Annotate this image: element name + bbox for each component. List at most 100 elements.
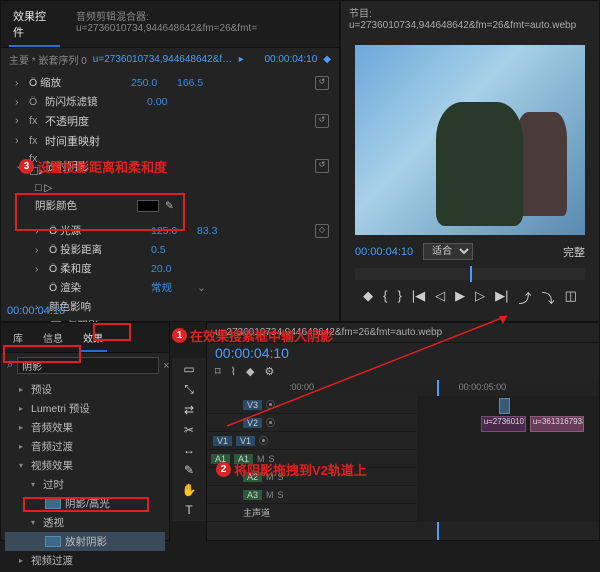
folder-presets[interactable]: 预设 [5,380,165,399]
snap-icon[interactable]: ⌑ [215,365,221,378]
toggle-output-icon[interactable]: ⦿ [266,398,275,411]
track-header-master[interactable]: 主声道 [207,504,417,522]
track-header-v1[interactable]: V1V1⦿ [207,432,417,450]
toggle-output-icon[interactable]: ⦿ [259,434,268,447]
step-forward-icon[interactable]: ▷ [475,288,485,307]
callout-1-badge: 1 [172,328,187,343]
timeline-clip-v2[interactable] [499,398,510,414]
mark-out-icon[interactable]: } [397,288,401,307]
tab-effects[interactable]: 效果 [79,327,107,352]
timeline-clip-v1-a[interactable]: u=2736010734 [481,416,527,432]
folder-audio-tr[interactable]: 音频过渡 [5,437,165,456]
track-select-tool-icon[interactable]: ⤡ [176,382,202,397]
prop-flicker[interactable]: 防闪烁滤镜 [45,94,141,109]
timeline-track-area[interactable]: u=2736010734 u=3613167933 [417,396,599,522]
pen-tool-icon[interactable]: ✎ [176,463,202,477]
slip-tool-icon[interactable]: ↔ [176,443,202,457]
effect-icon [45,498,61,509]
play-icon[interactable]: ▶ [455,288,465,307]
add-marker-icon[interactable]: ◆ [246,365,254,378]
folder-video-tr[interactable]: 视频过渡 [5,551,165,570]
ripple-tool-icon[interactable]: ⇄ [176,403,202,417]
effect-shadow-highlight[interactable]: 阴影/高光 [5,494,165,513]
add-marker-icon[interactable]: ◆ [363,288,373,307]
lightsource-a[interactable]: 125.0 [151,225,191,237]
tab-effect-controls[interactable]: 效果控件 [9,5,60,47]
keyframe-icon[interactable]: ◇ [315,224,329,238]
bypass-icons[interactable]: □ ▷ [35,182,52,194]
effect-radial-shadow[interactable]: 放射阴影 [5,532,165,551]
extract-icon[interactable]: ⤵ [542,288,555,307]
solo-icon[interactable]: S [278,490,284,500]
step-back-icon[interactable]: ◁ [435,288,445,307]
program-monitor-title: 节目: u=2736010734,944648642&fm=26&fmt=aut… [341,1,599,35]
scale-value-b[interactable]: 166.5 [177,77,217,89]
fx-opacity[interactable]: 不透明度 [45,113,141,129]
mute-icon[interactable]: M [266,490,274,500]
export-frame-icon[interactable]: ◫ [565,288,577,307]
razor-tool-icon[interactable]: ✂ [176,423,202,437]
effect-icon [45,536,61,547]
folder-audio-fx[interactable]: 音频效果 [5,418,165,437]
track-header-v3[interactable]: V3⦿ [207,396,417,414]
full-label[interactable]: 完整 [563,244,585,260]
eyedropper-icon[interactable]: ✎ [165,200,175,212]
go-to-out-icon[interactable]: ▶| [495,288,508,307]
preview-scrubber[interactable] [355,268,585,280]
timeline-timecode[interactable]: 00:00:04:10 [207,343,599,363]
flicker-value[interactable]: 0.00 [147,96,187,108]
render-value[interactable]: 常规 [151,280,191,295]
folder-video-fx[interactable]: 视频效果 [5,456,165,475]
playhead-icon[interactable]: ◆ [323,54,331,65]
prop-scale[interactable]: Ö 缩放 [29,75,125,90]
effects-search-input[interactable] [17,357,159,374]
lift-icon[interactable]: ⤴ [519,288,532,307]
track-header-a3[interactable]: A3MS [207,486,417,504]
preview-timecode[interactable]: 00:00:04:10 [355,246,413,258]
linked-selection-icon[interactable]: ⌇ [231,365,236,378]
track-header-v2[interactable]: V2⦿ [207,414,417,432]
lightsource-b[interactable]: 83.3 [197,225,237,237]
distance-value[interactable]: 0.5 [151,244,191,256]
callout-2-text: 将阴影拖拽到V2轨道上 [234,460,367,479]
time-ruler[interactable]: :00:00 00:00:05:00 [287,380,599,396]
program-monitor[interactable] [355,45,585,235]
scale-value-a[interactable]: 250.0 [131,77,171,89]
type-tool-icon[interactable]: T [176,503,202,517]
softness-value[interactable]: 20.0 [151,263,191,275]
folder-obsolete[interactable]: 过时 [5,475,165,494]
callout-2-badge: 2 [216,462,231,477]
timeline-clip-v1-b[interactable]: u=3613167933 [530,416,585,432]
prop-distance[interactable]: Ö 投影距离 [49,242,145,257]
callout-3-badge: 3 [19,159,34,174]
reset-icon[interactable]: ↺ [315,114,329,128]
go-to-in-icon[interactable]: |◀ [412,288,425,307]
folder-perspective[interactable]: 透视 [5,513,165,532]
prop-shadow-color: 阴影颜色 [35,198,131,213]
clear-search-icon[interactable]: × [163,360,169,372]
search-icon: ⌕ [7,359,13,372]
reset-icon[interactable]: ↺ [315,159,329,173]
reset-icon[interactable]: ↺ [315,76,329,90]
playhead-icon[interactable] [470,266,472,282]
play-icon[interactable]: ▸ [239,54,244,65]
selection-tool-icon[interactable]: ▭ [176,362,202,376]
prop-render[interactable]: Ö 渲染 [49,280,145,295]
tab-audio-mixer[interactable]: 音频剪辑混合器: u=2736010734,944648642&fm=26&fm… [72,5,331,47]
color-swatch[interactable] [137,200,159,212]
zoom-select[interactable]: 适合 [423,243,473,260]
folder-lumetri[interactable]: Lumetri 预设 [5,399,165,418]
ruler-tick: :00:00 [289,382,314,392]
prop-light-source[interactable]: Ö 光源 [49,223,145,238]
master-clip-label: 主要 * 嵌套序列 0 [9,52,87,67]
tab-info[interactable]: 信息 [39,327,67,352]
settings-icon[interactable]: ⚙ [265,365,275,378]
fx-timeremap[interactable]: 时间重映射 [45,133,141,149]
tab-library[interactable]: 库 [9,327,27,352]
callout-1-text: 在效果搜索框中输入阴影 [190,326,333,345]
clip-name[interactable]: u=2736010734,944648642&fm=26... [93,54,233,65]
hand-tool-icon[interactable]: ✋ [176,483,202,497]
mark-in-icon[interactable]: { [383,288,387,307]
prop-softness[interactable]: Ö 柔和度 [49,261,145,276]
toggle-output-icon[interactable]: ⦿ [266,416,275,429]
